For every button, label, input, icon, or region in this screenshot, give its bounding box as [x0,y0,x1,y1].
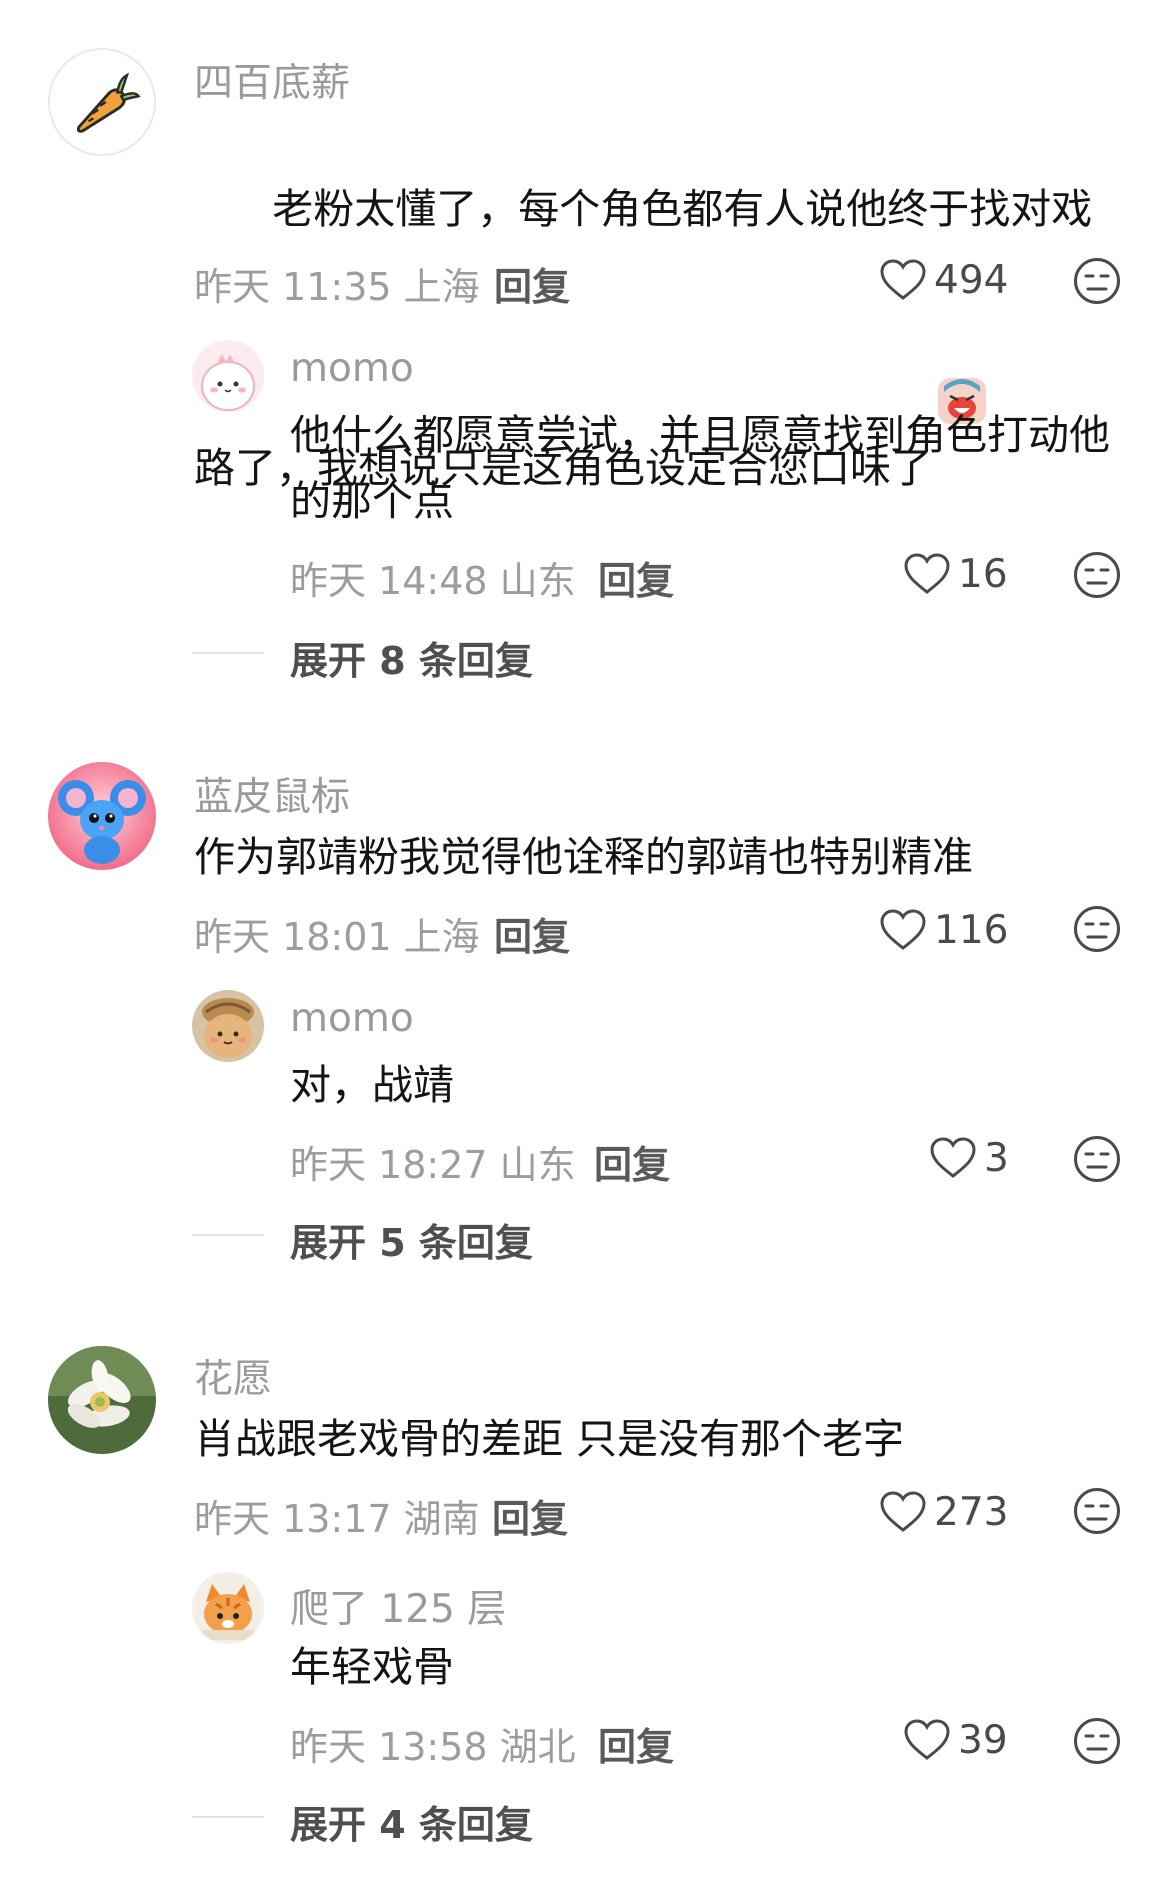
blue-mouse-icon [48,762,156,870]
pink-creature-icon [192,340,264,412]
flower-icon [48,1346,156,1454]
heart-icon [880,909,926,950]
bread-character-icon [192,990,264,1062]
dislike-button[interactable] [1072,1716,1122,1766]
dislike-button[interactable] [1072,1486,1122,1536]
heart-icon [880,259,926,300]
unamused-face-icon [1074,906,1120,952]
username[interactable]: 四百底薪 [194,52,350,108]
reply-button[interactable]: 回复 [494,906,570,961]
like-count: 273 [934,1489,1009,1535]
heart-icon [880,1491,926,1532]
like-count: 16 [958,551,1008,597]
like-button[interactable]: 273 [880,1486,1008,1538]
dislike-button[interactable] [1072,904,1122,954]
dislike-button[interactable] [1072,256,1122,306]
avatar[interactable] [48,1346,156,1454]
expand-replies-button[interactable]: 展开 5 条回复 [290,1212,533,1267]
dislike-button[interactable] [1072,1134,1122,1184]
expand-divider [192,1816,264,1818]
comments-list: 四百底薪 老粉太懂了，每个角色都有人说他终于找对戏路了，我想说只是这角色设定合您… [0,0,1170,1880]
like-button[interactable]: 3 [930,1132,1009,1184]
comment-meta: 昨天 11:35 上海 [194,265,480,309]
unamused-face-icon [1074,552,1120,598]
reply-avatar[interactable] [192,340,264,412]
avatar[interactable] [48,48,156,156]
expand-divider [192,652,264,654]
unamused-face-icon [1074,1136,1120,1182]
like-button[interactable]: 494 [880,254,1008,306]
reply-username[interactable]: 爬了 125 层 [290,1578,506,1634]
like-count: 116 [934,907,1009,953]
like-button[interactable]: 116 [880,904,1008,956]
unamused-face-icon [1074,1488,1120,1534]
heart-icon [904,553,950,594]
unamused-face-icon [1074,1718,1120,1764]
like-count: 3 [984,1135,1009,1181]
heart-icon [904,1719,950,1760]
reply-button[interactable]: 回复 [598,1716,674,1771]
reply-avatar[interactable] [192,1572,264,1644]
reply-button[interactable]: 回复 [594,1134,670,1189]
comment-meta: 昨天 13:17 湖南 [194,1497,480,1541]
reply-meta: 昨天 14:48 山东 [290,559,576,603]
comment-text: 作为郭靖粉我觉得他诠释的郭靖也特别精准 [194,833,973,881]
unamused-face-icon [1074,258,1120,304]
reply-text: 他什么都愿意尝试，并且愿意找到角色打动他的那个点 [290,411,1110,525]
username[interactable]: 蓝皮鼠标 [194,766,350,822]
reply-text: 年轻戏骨 [290,1643,454,1691]
reply-username[interactable]: momo [290,996,414,1041]
reply-button[interactable]: 回复 [598,550,674,605]
dislike-button[interactable] [1072,550,1122,600]
reply-avatar[interactable] [192,990,264,1062]
reply-button[interactable]: 回复 [492,1488,568,1543]
expand-replies-button[interactable]: 展开 4 条回复 [290,1794,533,1849]
comment-meta: 昨天 18:01 上海 [194,915,480,959]
expand-divider [192,1234,264,1236]
carrot-icon [50,50,154,154]
heart-icon [930,1137,976,1178]
expand-replies-button[interactable]: 展开 8 条回复 [290,630,533,685]
like-count: 39 [958,1717,1008,1763]
orange-cat-icon [192,1572,264,1644]
like-button[interactable]: 39 [904,1714,1008,1766]
reply-text: 对，战靖 [290,1061,454,1109]
username[interactable]: 花愿 [194,1348,272,1404]
avatar[interactable] [48,762,156,870]
comment-text: 肖战跟老戏骨的差距 只是没有那个老字 [194,1415,905,1463]
like-button[interactable]: 16 [904,548,1008,600]
reply-meta: 昨天 13:58 湖北 [290,1725,576,1769]
reply-button[interactable]: 回复 [494,256,570,311]
reply-username[interactable]: momo [290,346,414,391]
like-count: 494 [934,257,1009,303]
reply-meta: 昨天 18:27 山东 [290,1143,576,1187]
